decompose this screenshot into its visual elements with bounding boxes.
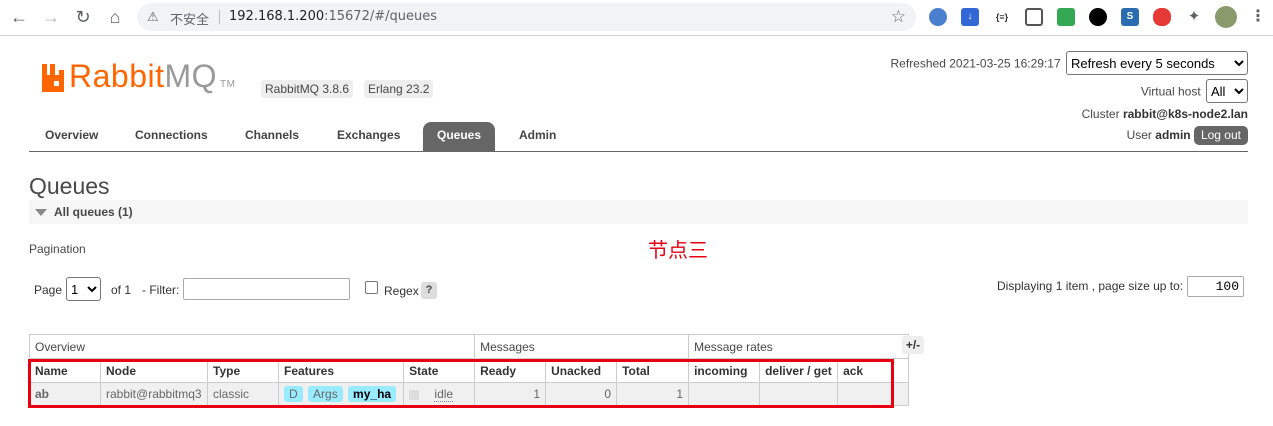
refreshed-label: Refreshed 2021-03-25 16:29:17	[890, 56, 1061, 71]
extension-icon-7[interactable]: S	[1121, 8, 1139, 26]
queues-table: Overview Messages Message rates Name Nod…	[28, 334, 910, 406]
queue-name-link[interactable]: ab	[29, 382, 101, 406]
version-badge: RabbitMQ 3.8.6	[261, 80, 354, 98]
page-count-label: of 1	[111, 283, 132, 297]
page-size-input[interactable]: 100	[1187, 276, 1244, 297]
annotation-label: 节点三	[648, 238, 708, 262]
displaying-label: Displaying 1 item , page size up to:	[997, 279, 1184, 293]
col-header-total[interactable]: Total	[616, 358, 690, 383]
home-icon[interactable]: ⌂	[104, 6, 126, 28]
column-toggle-button[interactable]: +/-	[902, 336, 924, 354]
rabbitmq-logo-icon	[42, 64, 64, 92]
pagination-label[interactable]: Pagination	[29, 242, 86, 256]
feature-args-badge: Args	[308, 386, 343, 402]
group-header-message-rates: Message rates	[688, 334, 910, 359]
state-label: idle	[434, 387, 454, 402]
warning-icon: ⚠	[147, 9, 159, 24]
messages-unacked: 0	[545, 382, 618, 406]
page-title: Queues	[29, 173, 110, 199]
vhost-select[interactable]: All	[1206, 79, 1248, 103]
col-header-type[interactable]: Type	[207, 358, 279, 383]
regex-label: Regex	[384, 284, 419, 298]
logo-main: Rabbit	[69, 58, 165, 94]
url-host: 192.168.1.200	[229, 9, 325, 24]
rate-incoming	[688, 382, 761, 406]
back-icon[interactable]: ←	[8, 6, 30, 28]
tab-overview[interactable]: Overview	[31, 122, 112, 151]
address-bar[interactable]: ⚠ 不安全 192.168.1.200:15672/#/queues ☆	[137, 3, 916, 31]
group-header-overview: Overview	[28, 334, 476, 359]
messages-total: 1	[616, 382, 690, 406]
reload-icon[interactable]: ↻	[72, 6, 94, 28]
col-header-ack[interactable]: ack	[837, 358, 910, 383]
col-header-features[interactable]: Features	[277, 358, 405, 383]
extension-icon-2[interactable]: ↓	[961, 8, 979, 26]
rate-ack	[837, 382, 910, 406]
logo-mq-text: MQ	[164, 58, 218, 94]
browser-toolbar: ← → ↻ ⌂ ⚠ 不安全 192.168.1.200:15672/#/queu…	[0, 0, 1273, 36]
regex-checkbox[interactable]	[365, 281, 378, 294]
menu-kebab-icon[interactable]: ⋮	[1249, 8, 1267, 26]
page-select[interactable]: 1	[66, 277, 101, 301]
state-indicator-icon	[409, 389, 420, 400]
url-path: :15672/#/queues	[324, 9, 437, 24]
forward-icon[interactable]: →	[40, 6, 62, 28]
filter-label: - Filter:	[142, 283, 180, 297]
address-divider	[219, 10, 220, 24]
tab-queues[interactable]: Queues	[423, 122, 496, 151]
messages-ready: 1	[474, 382, 547, 406]
cluster-name: rabbit@k8s-node2.lan	[1122, 107, 1248, 121]
feature-durable-badge: D	[284, 386, 303, 402]
rate-deliver-get	[759, 382, 839, 406]
profile-avatar[interactable]	[1215, 6, 1237, 28]
queue-features: D Args my_ha	[277, 382, 405, 406]
tab-exchanges[interactable]: Exchanges	[323, 122, 414, 151]
json-extension-icon[interactable]: {≡}	[993, 8, 1011, 26]
queue-type: classic	[207, 382, 279, 406]
col-header-ready[interactable]: Ready	[474, 358, 547, 383]
page-label: Page	[34, 283, 63, 297]
bookmark-star-icon[interactable]: ☆	[891, 7, 906, 27]
extension-icon-1[interactable]	[929, 8, 947, 26]
table-header-row: Name Node Type Features State Ready Unac…	[29, 358, 910, 383]
extension-icon-5[interactable]	[1057, 8, 1075, 26]
main-nav-tabs: Overview Connections Channels Exchanges …	[29, 120, 1248, 152]
regex-help-button[interactable]: ?	[421, 282, 437, 299]
insecure-label: 不安全	[170, 13, 210, 28]
puzzle-icon[interactable]: ✦	[1185, 8, 1203, 26]
logo-wordmark: RabbitMQ	[69, 58, 217, 94]
filter-input[interactable]	[183, 278, 350, 300]
col-header-state[interactable]: State	[403, 358, 476, 383]
col-header-name[interactable]: Name	[29, 358, 101, 383]
tab-channels[interactable]: Channels	[231, 122, 313, 151]
table-group-header-row: Overview Messages Message rates	[28, 334, 910, 359]
cluster-label: Cluster	[1081, 107, 1120, 121]
logo-trademark: TM	[220, 79, 236, 90]
all-queues-section-toggle[interactable]: All queues (1)	[29, 200, 1248, 224]
refresh-interval-select[interactable]: Refresh every 5 seconds	[1066, 51, 1248, 75]
vhost-label: Virtual host	[1140, 84, 1201, 99]
col-header-unacked[interactable]: Unacked	[545, 358, 618, 383]
logo-text: RabbitMQ TM	[69, 58, 236, 95]
screenshot-extension-icon[interactable]	[1025, 8, 1043, 26]
pagination-bar: Page 1 of 1 - Filter: Regex ? Displaying…	[29, 276, 1248, 304]
group-header-messages: Messages	[474, 334, 690, 359]
refresh-row: Refreshed 2021-03-25 16:29:17 Refresh ev…	[891, 51, 1248, 75]
extension-icon-8[interactable]	[1153, 8, 1171, 26]
col-header-deliver-get[interactable]: deliver / get	[759, 358, 839, 383]
queue-state: idle	[403, 382, 476, 406]
col-header-incoming[interactable]: incoming	[688, 358, 761, 383]
extension-icon-6[interactable]	[1089, 8, 1107, 26]
queue-node: rabbit@rabbitmq3	[100, 382, 208, 406]
tab-admin[interactable]: Admin	[505, 122, 570, 151]
erlang-badge: Erlang 23.2	[364, 80, 434, 98]
section-title: All queues (1)	[54, 205, 133, 219]
policy-badge[interactable]: my_ha	[348, 386, 397, 402]
table-row[interactable]: ab rabbit@rabbitmq3 classic D Args my_ha…	[29, 382, 910, 406]
collapse-triangle-icon	[35, 209, 47, 216]
vhost-row: Virtual host All	[1141, 79, 1248, 103]
url-text: 192.168.1.200:15672/#/queues	[229, 9, 437, 24]
col-header-node[interactable]: Node	[100, 358, 208, 383]
tab-connections[interactable]: Connections	[121, 122, 222, 151]
